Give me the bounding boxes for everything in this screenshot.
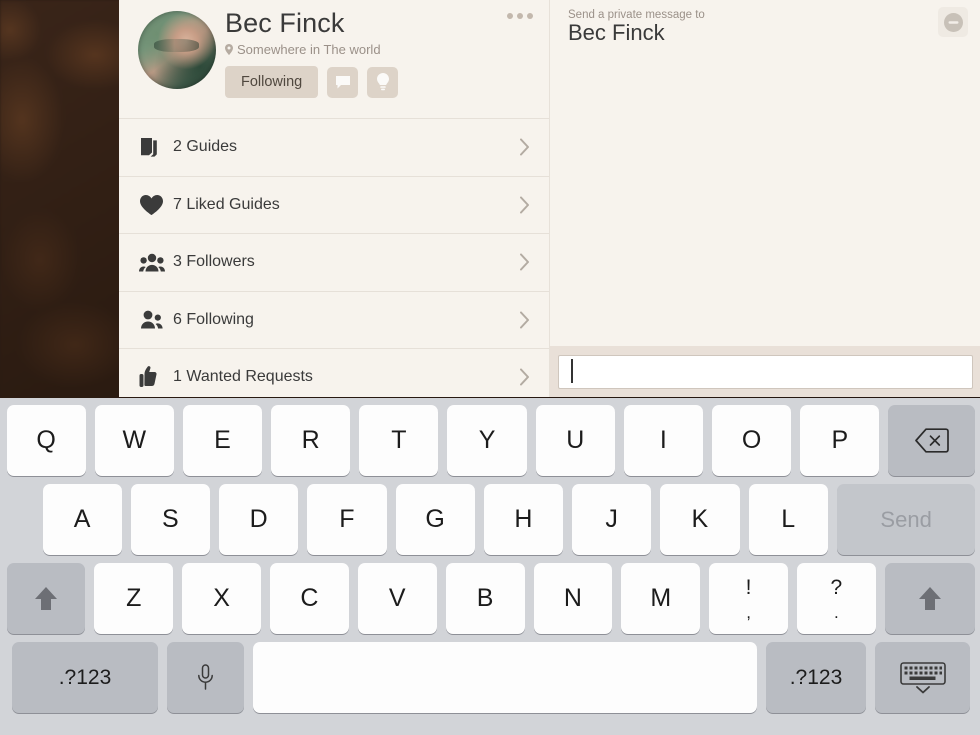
text-cursor	[571, 359, 573, 383]
hide-keyboard-icon	[899, 661, 946, 693]
location-label: Somewhere in The world	[237, 42, 381, 57]
list-item-label: 6 Following	[173, 310, 254, 328]
thumbs-up-icon	[139, 366, 173, 388]
keyboard-row-2: A S D F G H J K L Send	[0, 484, 980, 555]
key-m[interactable]: M	[621, 563, 701, 634]
key-g[interactable]: G	[395, 484, 475, 555]
sidebar-item-followers[interactable]: 3 Followers	[119, 234, 549, 292]
chevron-right-icon	[520, 311, 529, 329]
profile-header: Bec Finck Somewhere in The world Followi…	[119, 0, 549, 118]
message-header: Send a private message to Bec Finck	[550, 0, 980, 52]
more-options-icon	[507, 13, 513, 19]
block-minus-icon	[943, 12, 963, 32]
sidebar-item-liked-guides[interactable]: 7 Liked Guides	[119, 177, 549, 234]
list-item-label: 1 Wanted Requests	[173, 368, 313, 386]
list-item-label: 7 Liked Guides	[173, 195, 280, 213]
keyboard-row-4: .?123 .?123	[0, 642, 980, 713]
key-k[interactable]: K	[660, 484, 740, 555]
profile-actions: Following	[225, 66, 399, 98]
microphone-icon	[198, 663, 213, 690]
sidebar-item-guides[interactable]: 2 Guides	[119, 119, 549, 177]
more-options-icon	[527, 13, 533, 19]
list-item-label: 2 Guides	[173, 138, 238, 156]
block-user-button[interactable]	[938, 7, 968, 37]
key-i[interactable]: I	[623, 405, 703, 476]
location-row: Somewhere in The world	[225, 42, 381, 57]
key-d[interactable]: D	[219, 484, 299, 555]
speech-bubble-icon	[335, 75, 350, 88]
key-r[interactable]: R	[271, 405, 351, 476]
keyboard-row-1: Q W E R T Y U I O P	[0, 405, 980, 476]
space-key[interactable]	[253, 642, 757, 713]
backspace-key[interactable]	[888, 405, 976, 476]
app-root: Bec Finck Somewhere in The world Followi…	[0, 0, 980, 735]
following-button[interactable]: Following	[225, 66, 319, 98]
key-question-period[interactable]: ? .	[796, 563, 876, 634]
lightbulb-icon	[376, 73, 389, 91]
message-input-bar	[550, 346, 980, 397]
key-s[interactable]: S	[130, 484, 211, 555]
profile-stats-list: 2 Guides 7 Liked Guides 3 Followers 6 Fo…	[119, 118, 549, 397]
key-period-label: .	[834, 602, 839, 622]
keyboard-row-3: Z X C V B N M ! , ? .	[0, 563, 980, 634]
key-y[interactable]: Y	[447, 405, 527, 476]
chevron-right-icon	[520, 138, 529, 156]
key-o[interactable]: O	[712, 405, 792, 476]
more-options-button[interactable]	[507, 13, 533, 19]
list-item-label: 3 Followers	[173, 253, 255, 271]
sidebar-item-wanted-requests[interactable]: 1 Wanted Requests	[119, 349, 549, 397]
key-z[interactable]: Z	[94, 563, 174, 634]
key-e[interactable]: E	[182, 405, 263, 476]
sidebar-item-following[interactable]: 6 Following	[119, 292, 549, 349]
key-exclamation-comma[interactable]: ! ,	[709, 563, 788, 634]
key-u[interactable]: U	[535, 405, 615, 476]
avatar[interactable]	[138, 11, 216, 89]
following-group-icon	[139, 310, 173, 329]
microphone-key[interactable]	[167, 642, 244, 713]
location-pin-icon	[225, 44, 233, 55]
private-message-panel: Send a private message to Bec Finck	[549, 0, 980, 397]
send-key[interactable]: Send	[836, 484, 976, 555]
message-recipient-name: Bec Finck	[568, 20, 665, 45]
shift-key-left[interactable]	[6, 563, 86, 634]
shift-arrow-icon	[919, 586, 942, 610]
chevron-right-icon	[520, 368, 529, 386]
key-p[interactable]: P	[800, 405, 880, 476]
chevron-right-icon	[520, 196, 529, 214]
key-q[interactable]: Q	[6, 405, 86, 476]
shift-key-right[interactable]	[884, 563, 976, 634]
heart-icon	[139, 194, 173, 216]
idea-button[interactable]	[367, 66, 399, 98]
hide-keyboard-key[interactable]	[875, 642, 970, 713]
key-h[interactable]: H	[483, 484, 564, 555]
message-input[interactable]	[558, 354, 973, 389]
key-v[interactable]: V	[357, 563, 437, 634]
profile-card: Bec Finck Somewhere in The world Followi…	[119, 0, 549, 397]
key-w[interactable]: W	[94, 405, 174, 476]
key-comma-label: ,	[746, 602, 751, 622]
page-title: Bec Finck	[225, 8, 345, 38]
numeric-key-right[interactable]: .?123	[766, 642, 866, 713]
key-j[interactable]: J	[572, 484, 652, 555]
followers-group-icon	[139, 253, 173, 272]
shift-arrow-icon	[34, 586, 57, 610]
key-b[interactable]: B	[445, 563, 525, 634]
more-options-icon	[517, 13, 523, 19]
key-f[interactable]: F	[307, 484, 387, 555]
key-x[interactable]: X	[182, 563, 262, 634]
key-exclamation-label: !	[745, 575, 752, 599]
key-c[interactable]: C	[270, 563, 349, 634]
key-l[interactable]: L	[748, 484, 828, 555]
message-thread-area	[550, 52, 980, 346]
message-button[interactable]	[327, 66, 359, 98]
key-t[interactable]: T	[359, 405, 439, 476]
guides-stack-icon	[139, 137, 173, 158]
backspace-delete-icon	[915, 428, 949, 453]
on-screen-keyboard: Q W E R T Y U I O P A S D F G H J K L Se…	[0, 398, 980, 735]
numeric-key-left[interactable]: .?123	[12, 642, 158, 713]
key-question-label: ?	[830, 575, 843, 599]
key-a[interactable]: A	[42, 484, 122, 555]
key-n[interactable]: N	[533, 563, 613, 634]
chevron-right-icon	[520, 253, 529, 271]
